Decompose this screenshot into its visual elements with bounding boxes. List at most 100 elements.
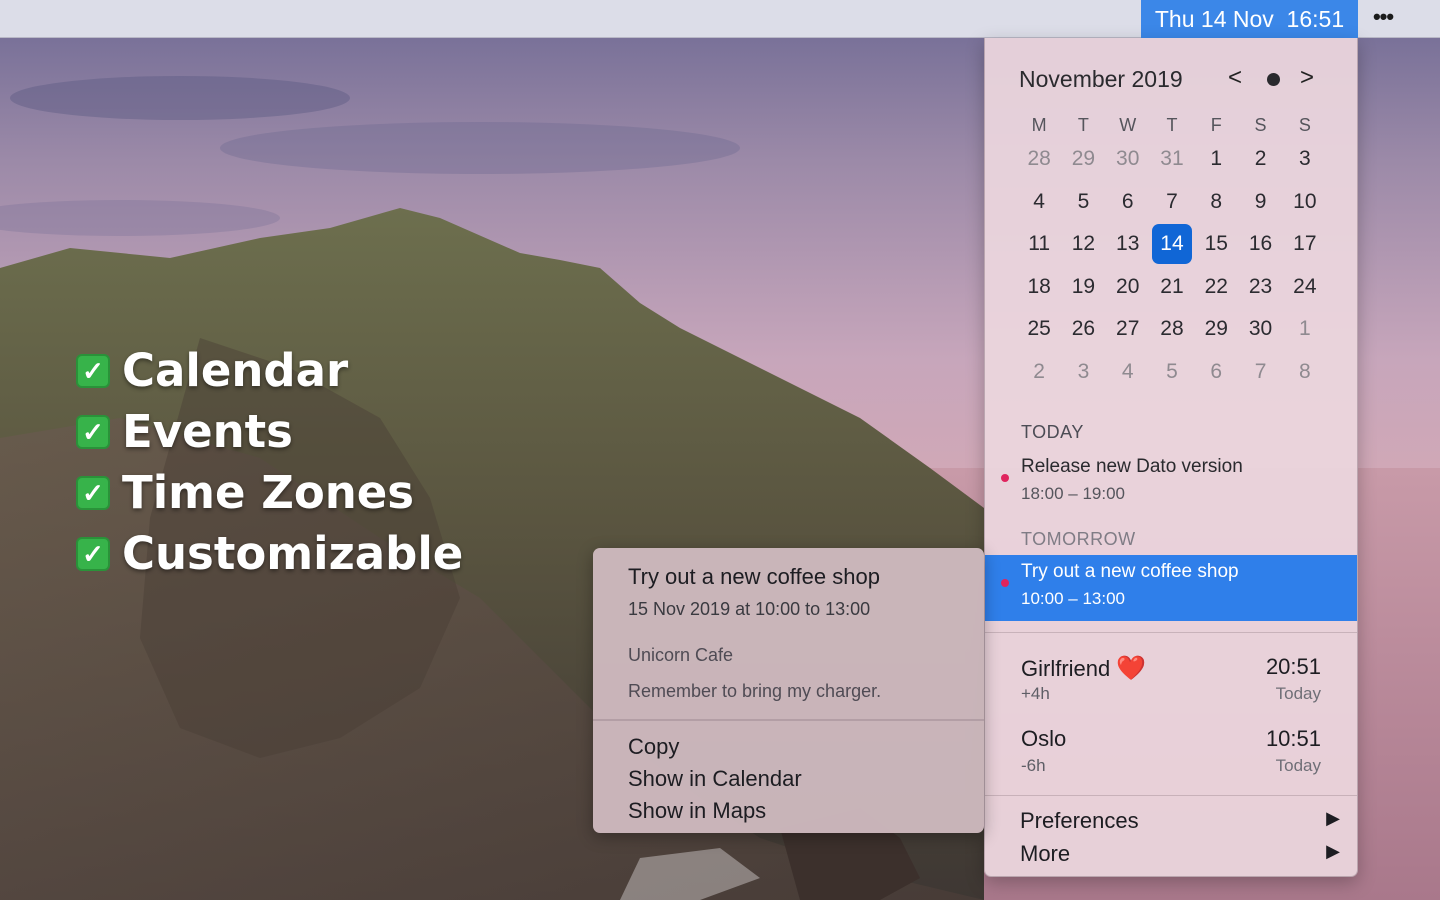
weekday-header: MTWTFSS bbox=[1017, 112, 1327, 138]
day-cell[interactable]: 30 bbox=[1238, 308, 1282, 351]
timezone-row[interactable]: Oslo -6h 10:51 Today bbox=[985, 726, 1357, 786]
menubar-clock-button[interactable]: Thu 14 Nov 16:51 bbox=[1141, 0, 1358, 38]
day-cell[interactable]: 13 bbox=[1106, 223, 1150, 266]
more-menu-item[interactable]: More ▶ bbox=[1020, 841, 1340, 873]
more-menu-icon[interactable]: ••• bbox=[1366, 0, 1400, 38]
event-time: 18:00 – 19:00 bbox=[1021, 484, 1125, 504]
today-section-label: TODAY bbox=[1021, 422, 1084, 443]
preferences-label: Preferences bbox=[1020, 808, 1139, 833]
day-cell[interactable]: 2 bbox=[1017, 351, 1061, 394]
feature-label: Time Zones bbox=[122, 466, 414, 519]
timezone-offset: -6h bbox=[1021, 756, 1046, 776]
weekday-label: W bbox=[1106, 112, 1150, 138]
popover-event-date: 15 Nov 2019 at 10:00 to 13:00 bbox=[628, 599, 870, 620]
day-cell[interactable]: 18 bbox=[1017, 266, 1061, 309]
event-item-selected[interactable]: Try out a new coffee shop 10:00 – 13:00 bbox=[985, 555, 1357, 621]
calendar-dropdown-panel: November 2019 < > MTWTFSS 28293031123456… bbox=[984, 38, 1358, 877]
event-context-menu: Try out a new coffee shop 15 Nov 2019 at… bbox=[593, 548, 984, 833]
week-row: 11121314151617 bbox=[1017, 223, 1327, 266]
day-cell[interactable]: 7 bbox=[1150, 181, 1194, 224]
day-cell[interactable]: 20 bbox=[1106, 266, 1150, 309]
day-cell[interactable]: 2 bbox=[1238, 138, 1282, 181]
popover-event-title: Try out a new coffee shop bbox=[628, 564, 880, 590]
day-cell[interactable]: 21 bbox=[1150, 266, 1194, 309]
day-cell[interactable]: 1 bbox=[1283, 308, 1327, 351]
previous-month-button[interactable]: < bbox=[1228, 64, 1242, 92]
feature-item: ✓ Events bbox=[76, 401, 463, 462]
day-cell[interactable]: 28 bbox=[1150, 308, 1194, 351]
copy-menu-item[interactable]: Copy bbox=[628, 734, 679, 760]
show-in-calendar-menu-item[interactable]: Show in Calendar bbox=[628, 766, 802, 792]
feature-item: ✓ Time Zones bbox=[76, 462, 463, 523]
feature-label: Customizable bbox=[122, 527, 463, 580]
weekday-label: S bbox=[1238, 112, 1282, 138]
today-button[interactable] bbox=[1267, 73, 1280, 86]
check-icon: ✓ bbox=[76, 354, 110, 388]
week-row: 28293031123 bbox=[1017, 138, 1327, 181]
day-cell[interactable]: 15 bbox=[1194, 223, 1238, 266]
event-color-dot bbox=[1001, 474, 1009, 482]
divider bbox=[985, 795, 1357, 796]
timezone-name: Girlfriend❤️ bbox=[1021, 654, 1146, 683]
day-cell[interactable]: 30 bbox=[1106, 138, 1150, 181]
day-cell[interactable]: 5 bbox=[1061, 181, 1105, 224]
feature-label: Events bbox=[122, 405, 293, 458]
weekday-label: T bbox=[1061, 112, 1105, 138]
day-cell[interactable]: 4 bbox=[1106, 351, 1150, 394]
day-cell[interactable]: 31 bbox=[1150, 138, 1194, 181]
day-cell[interactable]: 28 bbox=[1017, 138, 1061, 181]
day-cell[interactable]: 26 bbox=[1061, 308, 1105, 351]
week-row: 18192021222324 bbox=[1017, 266, 1327, 309]
feature-item: ✓ Customizable bbox=[76, 523, 463, 584]
day-cell[interactable]: 24 bbox=[1283, 266, 1327, 309]
event-title: Release new Dato version bbox=[1021, 456, 1243, 478]
day-cell[interactable]: 29 bbox=[1061, 138, 1105, 181]
weekday-label: T bbox=[1150, 112, 1194, 138]
timezone-time: 20:51 bbox=[1266, 654, 1321, 680]
month-grid: MTWTFSS 28293031123456789101112131415161… bbox=[1017, 112, 1327, 393]
day-cell[interactable]: 6 bbox=[1106, 181, 1150, 224]
timezone-day: Today bbox=[1276, 756, 1321, 776]
day-cell-selected[interactable]: 14 bbox=[1150, 223, 1194, 266]
day-cell[interactable]: 25 bbox=[1017, 308, 1061, 351]
event-item[interactable]: Release new Dato version 18:00 – 19:00 bbox=[985, 450, 1357, 516]
day-cell[interactable]: 1 bbox=[1194, 138, 1238, 181]
day-cell[interactable]: 29 bbox=[1194, 308, 1238, 351]
day-cell[interactable]: 4 bbox=[1017, 181, 1061, 224]
divider bbox=[985, 632, 1357, 633]
day-cell[interactable]: 27 bbox=[1106, 308, 1150, 351]
timezone-name: Oslo bbox=[1021, 726, 1066, 752]
popover-event-notes: Remember to bring my charger. bbox=[628, 681, 881, 702]
day-cell[interactable]: 11 bbox=[1017, 223, 1061, 266]
day-cell[interactable]: 16 bbox=[1238, 223, 1282, 266]
check-icon: ✓ bbox=[76, 476, 110, 510]
day-cell[interactable]: 5 bbox=[1150, 351, 1194, 394]
day-cell[interactable]: 7 bbox=[1238, 351, 1282, 394]
day-cell[interactable]: 8 bbox=[1283, 351, 1327, 394]
day-cell[interactable]: 12 bbox=[1061, 223, 1105, 266]
day-cell[interactable]: 23 bbox=[1238, 266, 1282, 309]
week-row: 45678910 bbox=[1017, 181, 1327, 224]
timezone-row[interactable]: Girlfriend❤️ +4h 20:51 Today bbox=[985, 654, 1357, 714]
day-cell[interactable]: 9 bbox=[1238, 181, 1282, 224]
next-month-button[interactable]: > bbox=[1300, 64, 1314, 92]
tomorrow-section-label: TOMORROW bbox=[1021, 529, 1136, 550]
day-cell[interactable]: 3 bbox=[1061, 351, 1105, 394]
day-cell[interactable]: 17 bbox=[1283, 223, 1327, 266]
day-cell[interactable]: 10 bbox=[1283, 181, 1327, 224]
preferences-menu-item[interactable]: Preferences ▶ bbox=[1020, 808, 1340, 840]
submenu-arrow-icon: ▶ bbox=[1326, 808, 1340, 829]
divider bbox=[593, 719, 984, 721]
day-cell[interactable]: 3 bbox=[1283, 138, 1327, 181]
show-in-maps-menu-item[interactable]: Show in Maps bbox=[628, 798, 766, 824]
timezone-offset: +4h bbox=[1021, 684, 1050, 704]
day-cell[interactable]: 22 bbox=[1194, 266, 1238, 309]
check-icon: ✓ bbox=[76, 415, 110, 449]
day-number: 14 bbox=[1152, 224, 1192, 264]
week-row: 2526272829301 bbox=[1017, 308, 1327, 351]
event-time: 10:00 – 13:00 bbox=[1021, 589, 1125, 609]
day-cell[interactable]: 6 bbox=[1194, 351, 1238, 394]
day-cell[interactable]: 8 bbox=[1194, 181, 1238, 224]
day-cell[interactable]: 19 bbox=[1061, 266, 1105, 309]
feature-item: ✓ Calendar bbox=[76, 340, 463, 401]
